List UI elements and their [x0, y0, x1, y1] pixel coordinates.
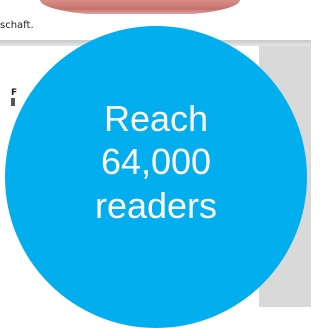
banner-text: schaft.: [0, 20, 34, 31]
promo-circle[interactable]: Reach 64,000 readers: [5, 26, 307, 328]
promo-text: Reach 64,000 readers: [95, 97, 217, 227]
content-fragment-mark: [11, 98, 15, 106]
promo-line-reach: Reach: [103, 98, 209, 140]
promo-line-count: 64,000: [100, 141, 212, 183]
promo-line-readers: readers: [94, 184, 218, 226]
content-fragment-bold: F: [11, 88, 18, 98]
